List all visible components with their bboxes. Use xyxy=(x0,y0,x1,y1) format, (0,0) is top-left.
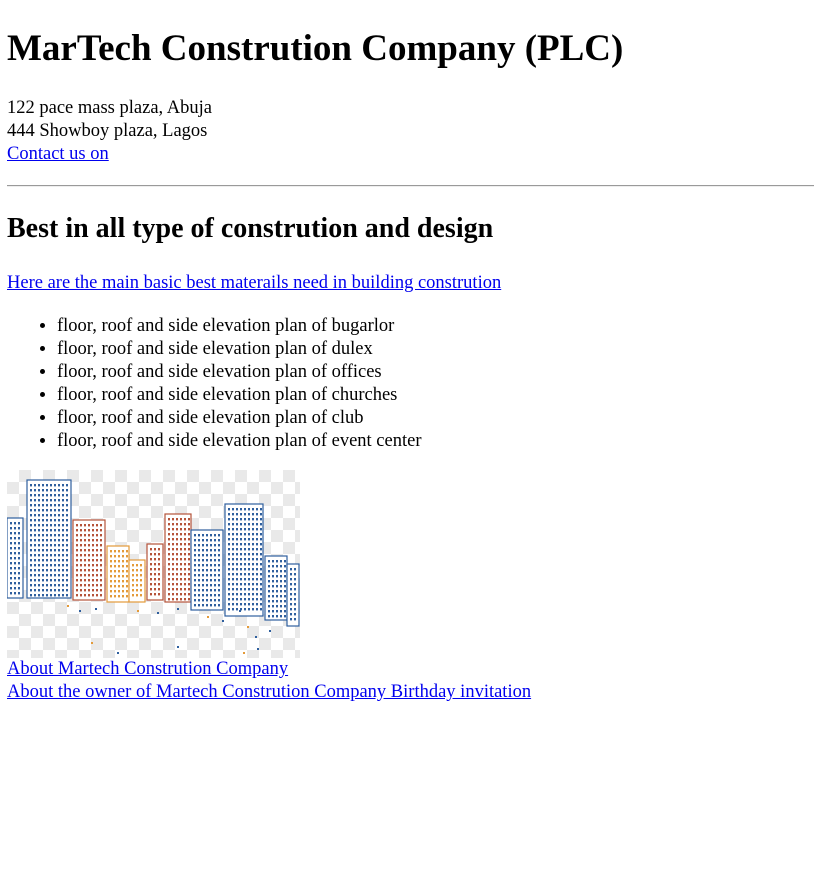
about-company-link[interactable]: About Martech Constrution Company xyxy=(7,659,288,679)
list-item: floor, roof and side elevation plan of d… xyxy=(57,338,814,361)
building-icon xyxy=(264,555,288,621)
plan-list: floor, roof and side elevation plan of b… xyxy=(7,315,814,453)
building-icon xyxy=(224,503,264,617)
building-icon xyxy=(72,519,106,601)
pixel-dot xyxy=(255,636,257,638)
materials-link[interactable]: Here are the main basic best materails n… xyxy=(7,272,814,295)
list-item: floor, roof and side elevation plan of c… xyxy=(57,407,814,430)
building-icon xyxy=(164,513,192,603)
building-icon xyxy=(7,517,24,599)
pixel-dot xyxy=(243,652,245,654)
about-owner-link[interactable]: About the owner of Martech Constrution C… xyxy=(7,682,531,702)
page: MarTech Constrution Company (PLC) 122 pa… xyxy=(0,27,821,704)
pixel-dot xyxy=(257,648,259,650)
building-icon xyxy=(190,529,224,611)
pixel-dot xyxy=(79,610,81,612)
list-item: floor, roof and side elevation plan of b… xyxy=(57,315,814,338)
pixel-dot xyxy=(117,652,119,654)
pixel-dot xyxy=(177,646,179,648)
list-item: floor, roof and side elevation plan of c… xyxy=(57,384,814,407)
list-item: floor, roof and side elevation plan of o… xyxy=(57,361,814,384)
building-icon xyxy=(128,559,146,603)
address-abuja: 122 pace mass plaza, Abuja xyxy=(7,98,212,118)
city-buildings-image xyxy=(7,470,300,658)
building-icon xyxy=(286,563,300,627)
pixel-dot xyxy=(177,608,179,610)
pixel-dot xyxy=(157,612,159,614)
building-icon xyxy=(146,543,164,601)
list-item: floor, roof and side elevation plan of e… xyxy=(57,430,814,453)
pixel-dot xyxy=(91,642,93,644)
address-lagos: 444 Showboy plaza, Lagos xyxy=(7,121,208,141)
pixel-dot xyxy=(239,610,241,612)
section-heading: Best in all type of constrution and desi… xyxy=(7,213,494,244)
contact-link[interactable]: Contact us on xyxy=(7,144,109,164)
building-icon xyxy=(26,479,72,599)
divider xyxy=(7,185,814,187)
pixel-dot xyxy=(247,626,249,628)
page-title: MarTech Constrution Company (PLC) xyxy=(7,28,624,69)
building-icon xyxy=(106,545,130,603)
address-block: 122 pace mass plaza, Abuja 444 Showboy p… xyxy=(7,97,814,166)
pixel-dot xyxy=(95,608,97,610)
city-buildings-illustration xyxy=(7,479,300,654)
footer-links: About Martech Constrution Company About … xyxy=(7,658,814,704)
pixel-dot xyxy=(269,630,271,632)
pixel-dot xyxy=(137,610,139,612)
pixel-dot xyxy=(207,616,209,618)
pixel-dot xyxy=(67,605,69,607)
pixel-dot xyxy=(222,620,224,622)
